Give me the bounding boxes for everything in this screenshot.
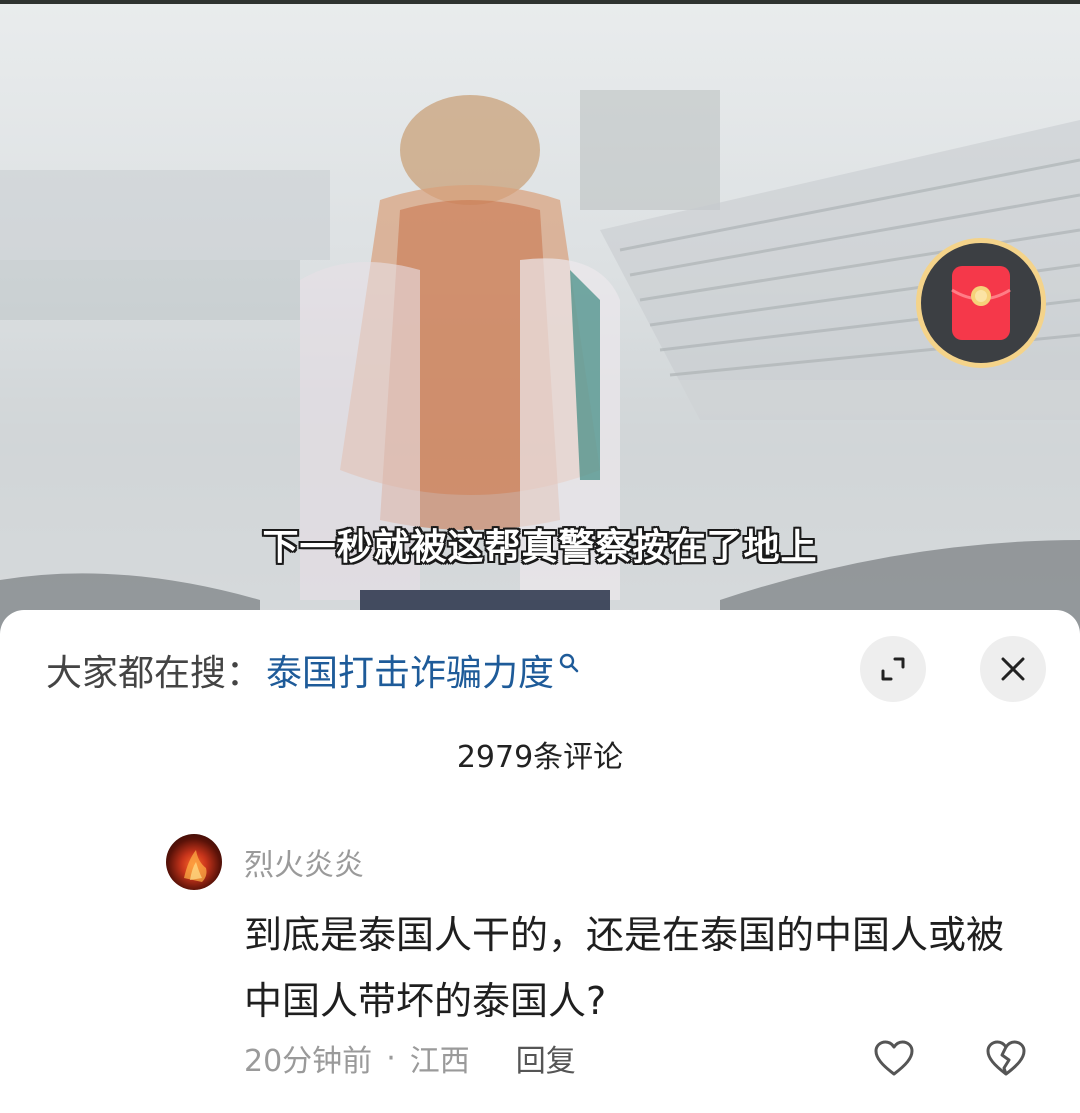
reply-button[interactable]: 回复 [516, 1036, 576, 1080]
close-icon [1001, 657, 1025, 681]
comment-meta: 20分钟前 · 江西 回复 [244, 1036, 576, 1080]
comment-time: 20分钟前 [244, 1044, 373, 1079]
dislike-button[interactable] [982, 1034, 1030, 1082]
comment-sheet: 大家都在搜： 泰国打击诈骗力度 2979条评论 烈火炎炎 到底是泰国人干的，还是… [0, 610, 1080, 1113]
expand-button[interactable] [860, 636, 926, 702]
comment-username[interactable]: 烈火炎炎 [244, 840, 364, 884]
broken-heart-icon [986, 1040, 1026, 1076]
meta-separator: · [386, 1040, 396, 1076]
trending-search-term[interactable]: 泰国打击诈骗力度 [266, 644, 554, 696]
comment-count: 2979条评论 [456, 740, 624, 775]
avatar[interactable] [166, 834, 222, 890]
trending-search-link[interactable]: 大家都在搜： 泰国打击诈骗力度 [46, 648, 580, 694]
video-player[interactable]: 下一秒就被这帮真警察按在了地上 [0, 0, 1080, 640]
like-button[interactable] [870, 1034, 918, 1082]
expand-icon [881, 657, 905, 681]
red-envelope-icon [951, 266, 1011, 340]
trending-search-prefix: 大家都在搜： [46, 653, 263, 694]
avatar-image [184, 850, 207, 882]
search-icon [559, 653, 579, 673]
comment-text: 到底是泰国人干的，还是在泰国的中国人或被中国人带坏的泰国人? [244, 913, 1005, 1023]
close-button[interactable] [980, 636, 1046, 702]
comment-item[interactable]: 烈火炎炎 到底是泰国人干的，还是在泰国的中国人或被中国人带坏的泰国人? 20分钟… [0, 830, 1080, 1113]
heart-icon [874, 1040, 914, 1076]
red-envelope-button[interactable] [916, 238, 1046, 368]
video-subtitle: 下一秒就被这帮真警察按在了地上 [262, 527, 818, 568]
comment-location: 江西 [409, 1044, 470, 1079]
